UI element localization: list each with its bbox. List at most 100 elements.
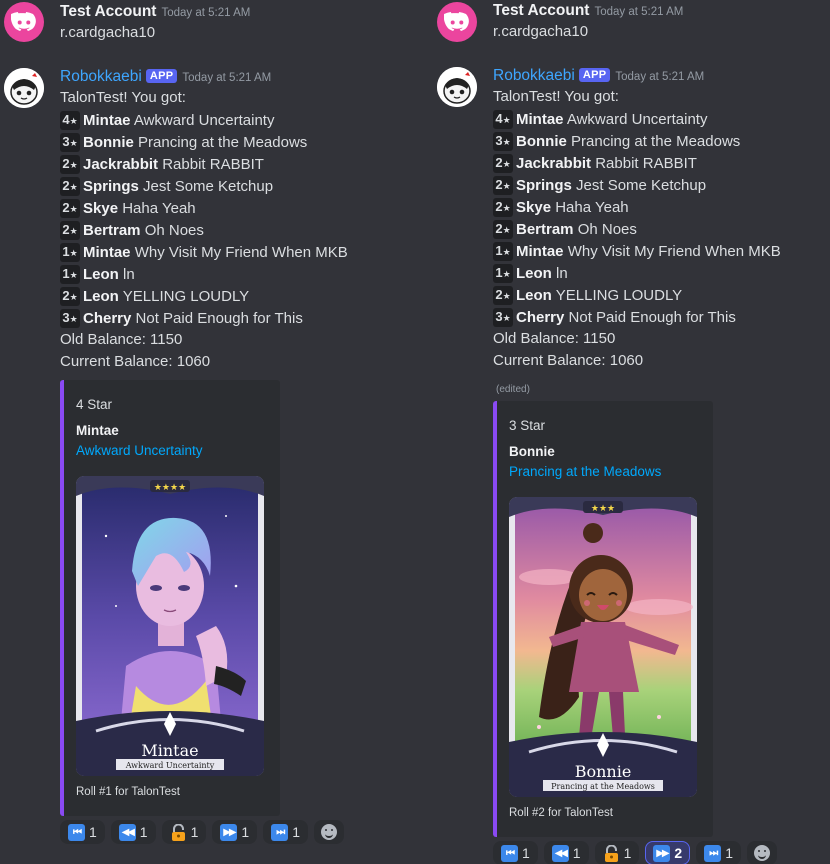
previous-icon: ◀◀ — [118, 823, 136, 841]
bot-intro-text: TalonTest! You got: — [60, 89, 186, 106]
pull-item: 2★ Skye Haha Yeah — [60, 199, 196, 218]
star-icon: ★ — [502, 291, 511, 301]
card-name: Leon — [516, 265, 552, 282]
star-rating-badge: 4★ — [493, 110, 513, 129]
card-art-bonnie-icon: ★★★ Bonnie Prancing at the Meadows — [509, 497, 697, 797]
card-name: Jackrabbit — [83, 156, 159, 173]
discord-avatar[interactable] — [437, 2, 477, 42]
card-title: Jest Some Ketchup — [143, 178, 274, 195]
card-caption-title: Awkward Uncertainty — [125, 761, 215, 770]
card-title: Oh Noes — [144, 222, 204, 239]
star-icon: ★ — [69, 314, 78, 324]
star-count: 2 — [62, 222, 70, 237]
star-rating-badge: 1★ — [493, 264, 513, 283]
pull-item: 2★ Jackrabbit Rabbit RABBIT — [493, 154, 697, 173]
reaction-next-button[interactable]: ▶▶ 1 — [212, 820, 258, 844]
card-caption-title: Prancing at the Meadows — [551, 782, 655, 791]
user-message-header: Test Account Today at 5:21 AM — [60, 3, 250, 21]
card-name: Mintae — [516, 243, 564, 260]
star-icon: ★ — [69, 226, 78, 236]
discord-avatar[interactable] — [4, 2, 44, 42]
card-title: Haha Yeah — [555, 199, 629, 216]
star-icon: ★ — [502, 115, 511, 125]
bot-intro-text: TalonTest! You got: — [493, 88, 619, 105]
card-caption-name: Bonnie — [575, 762, 632, 781]
embed-card-title-link[interactable]: Awkward Uncertainty — [76, 443, 203, 458]
bot-avatar[interactable] — [437, 67, 477, 107]
current-balance: Current Balance: 1060 — [493, 352, 644, 369]
previous-icon: ◀◀ — [551, 844, 569, 862]
star-rating-badge: 3★ — [493, 308, 513, 327]
star-count: 2 — [495, 155, 503, 170]
star-rating-badge: 2★ — [60, 155, 80, 174]
card-name: Mintae — [83, 112, 131, 129]
user-message-text: r.cardgacha10 — [493, 23, 589, 40]
card-name: Leon — [83, 288, 119, 305]
star-rating-badge: 1★ — [60, 265, 80, 284]
reaction-count: 1 — [139, 824, 148, 840]
card-name: Mintae — [83, 244, 131, 261]
reaction-first-page-button[interactable]: ⏮ 1 — [493, 841, 538, 864]
reaction-lock-button[interactable]: 1 — [594, 841, 640, 864]
reaction-count: 1 — [572, 845, 581, 861]
card-image[interactable]: ★★★★ Mintae Awkward Uncertainty — [76, 476, 264, 776]
star-icon: ★ — [69, 116, 78, 126]
card-image[interactable]: ★★★ Bonnie Prancing at the Meadows — [509, 497, 697, 797]
pull-item: 1★ Mintae Why Visit My Friend When MKB — [493, 242, 781, 261]
embed-footer: Roll #2 for TalonTest — [509, 807, 613, 819]
add-reaction-button[interactable] — [746, 841, 777, 864]
star-rating-badge: 3★ — [60, 133, 80, 152]
card-stars: ★★★★ — [154, 483, 186, 493]
reaction-first-page-button[interactable]: ⏮ 1 — [60, 820, 105, 844]
star-icon: ★ — [502, 225, 511, 235]
star-icon: ★ — [69, 160, 78, 170]
timestamp: Today at 5:21 AM — [182, 72, 272, 84]
bot-avatar[interactable] — [4, 68, 44, 108]
user-message-text: r.cardgacha10 — [60, 24, 156, 41]
card-name: Jackrabbit — [516, 155, 592, 172]
reaction-previous-button[interactable]: ◀◀ 1 — [543, 841, 589, 864]
card-title: Awkward Uncertainty — [566, 111, 708, 128]
author-name[interactable]: Test Account — [60, 3, 156, 20]
lock-icon — [171, 823, 185, 841]
pull-item: 4★ Mintae Awkward Uncertainty — [493, 110, 707, 129]
card-stars: ★★★ — [591, 504, 615, 514]
card-title: Why Visit My Friend When MKB — [134, 244, 348, 261]
embed-card-name: Bonnie — [509, 444, 555, 459]
card-name: Bonnie — [516, 133, 567, 150]
reaction-next-button[interactable]: ▶▶ 2 — [645, 841, 691, 864]
reaction-count: 1 — [725, 845, 733, 861]
star-count: 4 — [62, 112, 70, 127]
reaction-count: 1 — [190, 824, 199, 840]
pull-item: 2★ Bertram Oh Noes — [60, 221, 204, 240]
author-name[interactable]: Test Account — [493, 2, 589, 19]
next-icon: ▶▶ — [653, 844, 671, 862]
star-count: 2 — [62, 156, 70, 171]
old-balance: Old Balance: 1150 — [493, 330, 616, 347]
card-title: ln — [123, 266, 135, 283]
bot-avatar-image-icon — [437, 67, 477, 107]
smiley-face-icon — [753, 845, 770, 861]
reaction-count: 1 — [89, 824, 97, 840]
lock-icon — [604, 844, 618, 862]
last-page-icon: ⏭ — [271, 823, 289, 841]
card-title: Haha Yeah — [122, 200, 196, 217]
bot-author-name[interactable]: Robokkaebi — [60, 68, 142, 85]
star-count: 1 — [62, 244, 70, 259]
bot-author-name[interactable]: Robokkaebi — [493, 67, 575, 84]
card-title: Not Paid Enough for This — [568, 309, 736, 326]
star-count: 2 — [495, 199, 503, 214]
reaction-previous-button[interactable]: ◀◀ 1 — [110, 820, 156, 844]
card-name: Cherry — [516, 309, 565, 326]
card-embed: 4 Star Mintae Awkward Uncertainty ★★★★ M… — [60, 380, 280, 816]
star-count: 3 — [62, 310, 70, 325]
add-reaction-button[interactable] — [313, 820, 344, 844]
card-art-mintae-icon: ★★★★ Mintae Awkward Uncertainty — [76, 476, 264, 776]
star-rating-badge: 2★ — [493, 176, 513, 195]
reaction-last-page-button[interactable]: ⏭ 1 — [263, 820, 308, 844]
embed-card-title-link[interactable]: Prancing at the Meadows — [509, 464, 661, 479]
star-icon: ★ — [502, 269, 511, 279]
reaction-last-page-button[interactable]: ⏭ 1 — [696, 841, 741, 864]
star-icon: ★ — [69, 204, 78, 214]
reaction-lock-button[interactable]: 1 — [161, 820, 207, 844]
